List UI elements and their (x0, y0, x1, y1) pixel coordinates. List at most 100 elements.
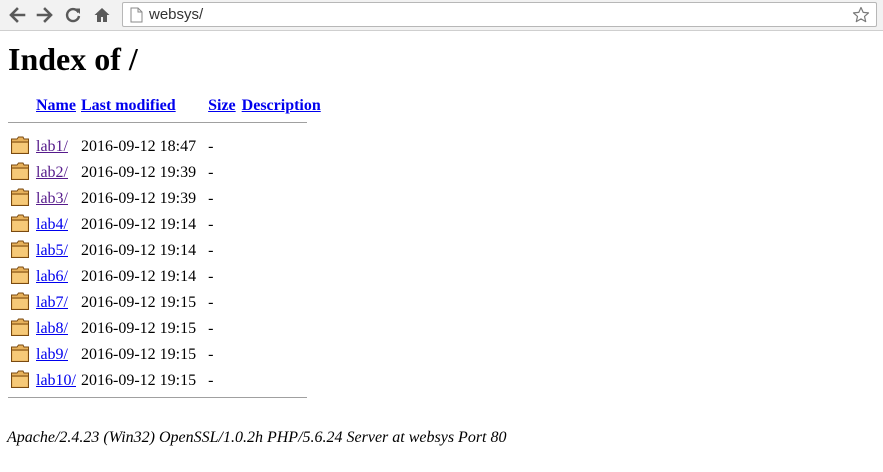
last-modified-cell: 2016-09-12 19:14 (81, 268, 197, 285)
folder-icon (11, 136, 29, 154)
folder-icon (11, 266, 29, 284)
size-cell: - (208, 216, 214, 233)
name-cell: lab10/ (34, 364, 78, 390)
last-modified-cell: 2016-09-12 19:15 (81, 372, 197, 389)
folder-link[interactable]: lab1/ (36, 138, 68, 155)
size-cell: - (208, 242, 214, 259)
size-cell: - (208, 346, 214, 363)
back-button[interactable] (5, 3, 29, 27)
header-icon-cell (8, 91, 34, 115)
icon-cell (8, 208, 34, 234)
size-cell: - (208, 268, 214, 285)
folder-link[interactable]: lab8/ (36, 320, 68, 337)
header-name: Name (34, 91, 78, 115)
last-modified-cell: 2016-09-12 19:15 (81, 346, 197, 363)
name-cell: lab9/ (34, 338, 78, 364)
server-signature: Apache/2.4.23 (Win32) OpenSSL/1.0.2h PHP… (7, 429, 507, 446)
table-row: lab7/2016-09-12 19:15- (8, 286, 323, 312)
name-cell: lab6/ (34, 260, 78, 286)
header-size: Size (206, 91, 240, 115)
folder-link[interactable]: lab2/ (36, 164, 68, 181)
icon-cell (8, 286, 34, 312)
star-icon[interactable] (852, 6, 870, 24)
header-description: Description (240, 91, 323, 115)
description-cell (240, 364, 323, 390)
last-modified-cell: 2016-09-12 19:39 (81, 164, 197, 181)
name-cell: lab1/ (34, 130, 78, 156)
table-row: lab9/2016-09-12 19:15- (8, 338, 323, 364)
last-modified-cell: 2016-09-12 18:47 (81, 138, 197, 155)
description-cell (240, 312, 323, 338)
table-row: lab2/2016-09-12 19:39- (8, 156, 323, 182)
name-cell: lab3/ (34, 182, 78, 208)
last-modified-cell: 2016-09-12 19:14 (81, 216, 197, 233)
name-cell: lab8/ (34, 312, 78, 338)
footer-divider (8, 396, 307, 398)
directory-listing: Name Last modified Size Description lab1… (8, 91, 323, 405)
back-arrow-icon (9, 7, 26, 23)
url-text[interactable]: websys/ (149, 6, 203, 24)
last-modified-cell: 2016-09-12 19:39 (81, 190, 197, 207)
size-cell: - (208, 164, 214, 181)
description-cell (240, 182, 323, 208)
icon-cell (8, 260, 34, 286)
table-row: lab4/2016-09-12 19:14- (8, 208, 323, 234)
table-row: lab5/2016-09-12 19:14- (8, 234, 323, 260)
folder-link[interactable]: lab3/ (36, 190, 68, 207)
header-last-modified: Last modified (78, 91, 206, 115)
icon-cell (8, 338, 34, 364)
forward-arrow-icon (36, 7, 53, 23)
size-cell: - (208, 294, 214, 311)
footer-rule-row (8, 390, 323, 405)
header-divider (8, 121, 307, 123)
size-cell: - (208, 372, 214, 389)
last-modified-cell: 2016-09-12 19:14 (81, 242, 197, 259)
sort-by-description-link[interactable]: Description (242, 97, 321, 114)
folder-link[interactable]: lab4/ (36, 216, 68, 233)
description-cell (240, 130, 323, 156)
home-icon (94, 8, 110, 22)
header-row: Name Last modified Size Description (8, 91, 323, 115)
folder-link[interactable]: lab10/ (36, 372, 76, 389)
sort-by-name-link[interactable]: Name (36, 97, 76, 114)
size-cell: - (208, 190, 214, 207)
forward-button[interactable] (33, 3, 57, 27)
folder-link[interactable]: lab6/ (36, 268, 68, 285)
table-row: lab1/2016-09-12 18:47- (8, 130, 323, 156)
icon-cell (8, 364, 34, 390)
folder-icon (11, 188, 29, 206)
folder-icon (11, 214, 29, 232)
sort-by-size-link[interactable]: Size (208, 97, 236, 114)
folder-link[interactable]: lab7/ (36, 294, 68, 311)
size-cell: - (208, 320, 214, 337)
folder-link[interactable]: lab9/ (36, 346, 68, 363)
name-cell: lab2/ (34, 156, 78, 182)
description-cell (240, 156, 323, 182)
icon-cell (8, 130, 34, 156)
folder-icon (11, 162, 29, 180)
address-bar[interactable]: websys/ (122, 2, 877, 27)
icon-cell (8, 312, 34, 338)
sort-by-modified-link[interactable]: Last modified (81, 97, 176, 114)
folder-icon (11, 318, 29, 336)
page-content: Index of / Name Last modified Size Descr… (0, 31, 883, 472)
description-cell (240, 260, 323, 286)
name-cell: lab5/ (34, 234, 78, 260)
icon-cell (8, 182, 34, 208)
name-cell: lab7/ (34, 286, 78, 312)
folder-icon (11, 370, 29, 388)
table-row: lab3/2016-09-12 19:39- (8, 182, 323, 208)
table-row: lab10/2016-09-12 19:15- (8, 364, 323, 390)
description-cell (240, 286, 323, 312)
folder-icon (11, 292, 29, 310)
reload-button[interactable] (61, 3, 85, 27)
folder-link[interactable]: lab5/ (36, 242, 68, 259)
page-icon (130, 7, 143, 23)
reload-icon (65, 7, 81, 23)
description-cell (240, 338, 323, 364)
page-title: Index of / (8, 41, 138, 77)
folder-icon (11, 344, 29, 362)
home-button[interactable] (90, 3, 114, 27)
name-cell: lab4/ (34, 208, 78, 234)
size-cell: - (208, 138, 214, 155)
